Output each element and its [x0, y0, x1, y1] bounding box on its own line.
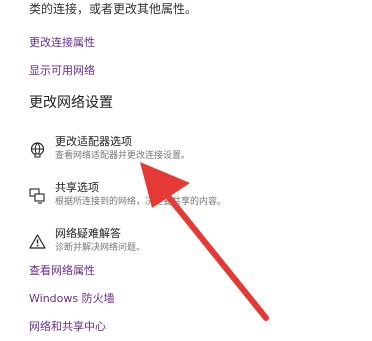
network-adapter-icon: [30, 142, 45, 158]
red-arrow-annotation: [140, 162, 269, 321]
sharing-icon: [29, 188, 45, 204]
network-sharing-center-link[interactable]: 网络和共享中心: [29, 320, 106, 334]
change-adapter-options[interactable]: 更改适配器选项 查看网络适配器并更改连接设置。: [29, 135, 349, 169]
option-title: 网络疑难解答: [55, 227, 121, 240]
change-connection-properties-link[interactable]: 更改连接属性: [29, 36, 95, 50]
warning-icon: [29, 234, 46, 249]
option-title: 共享选项: [55, 181, 99, 194]
windows-firewall-link[interactable]: Windows 防火墙: [29, 292, 115, 306]
network-settings-page: 类的连接，或者更改其他属性。 更改连接属性 显示可用网络 更改网络设置 更改适配…: [0, 0, 372, 341]
network-troubleshooter[interactable]: 网络疑难解答 诊断并解决网络问题。: [29, 227, 349, 261]
option-description: 诊断并解决网络问题。: [55, 243, 146, 253]
option-title: 更改适配器选项: [55, 135, 132, 148]
sharing-options[interactable]: 共享选项 根据所连接到的网络，决定要共享的内容。: [29, 181, 349, 215]
section-title: 更改网络设置: [29, 95, 113, 111]
top-clipped-text: 类的连接，或者更改其他属性。: [29, 2, 198, 16]
option-description: 查看网络适配器并更改连接设置。: [55, 151, 191, 161]
view-network-properties-link[interactable]: 查看网络属性: [29, 264, 95, 278]
option-description: 根据所连接到的网络，决定要共享的内容。: [55, 197, 227, 207]
show-available-networks-link[interactable]: 显示可用网络: [29, 64, 95, 78]
